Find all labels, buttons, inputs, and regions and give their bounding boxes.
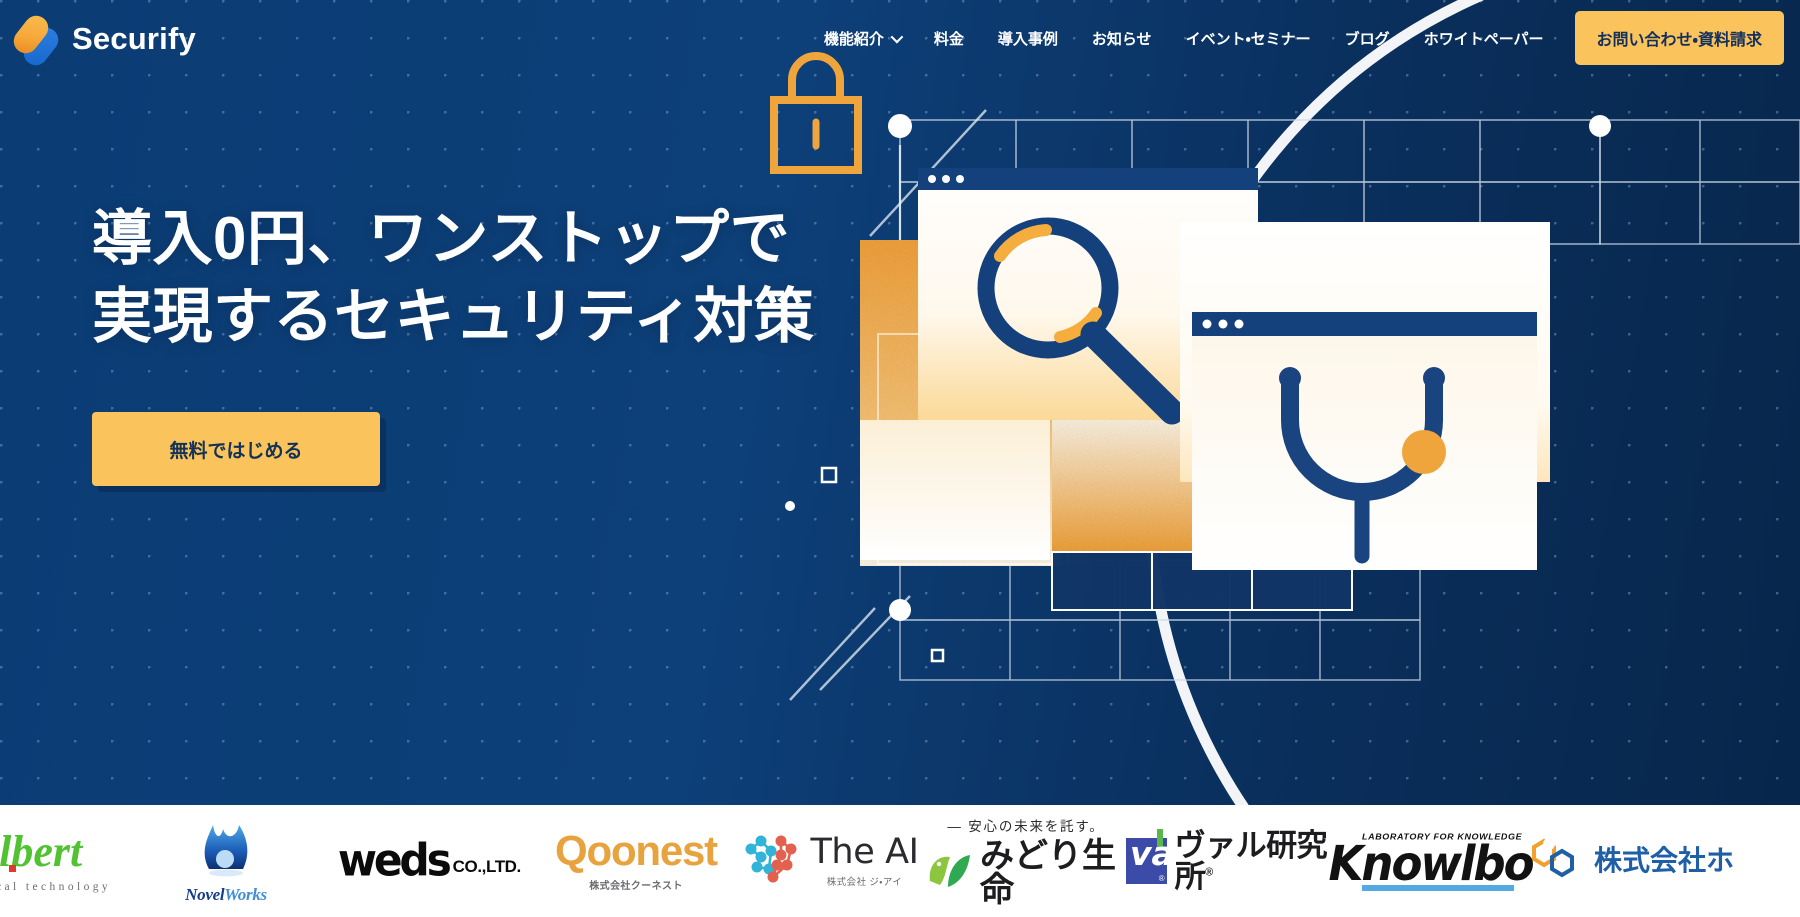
logo-midori-tagline: — 安心の未来を託す。 (947, 819, 1105, 834)
hero-section: 導入0円、ワンストップで 実現するセキュリティ対策 無料ではじめる Securi… (0, 0, 1800, 805)
brand-name: Securify (72, 20, 196, 56)
nav-item-label: 料金 (933, 30, 964, 48)
nav-item-case-studies[interactable]: 導入事例 (981, 20, 1075, 57)
logo-the-ai[interactable]: The AI 株式会社 ジ・アイ (736, 805, 926, 917)
main-navigation: 機能紹介 料金 導入事例 お知らせ イベント・セミナー ブログ ホワイトペーパー… (807, 11, 1784, 65)
nav-item-whitepaper[interactable]: ホワイトペーパー (1407, 20, 1561, 57)
logo-qoonest-wordmark: Qoonest (555, 827, 718, 874)
logo-novel-works[interactable]: NovelWorks (126, 805, 326, 917)
logo-ec-wordmark: 株式会社ホ (1593, 845, 1734, 876)
securify-pill-logo-icon (8, 10, 64, 71)
hero-illustration (760, 0, 1800, 805)
logo-weds-wordmark: weds (337, 835, 452, 887)
hero-copy: 導入0円、ワンストップで 実現するセキュリティ対策 無料ではじめる (92, 200, 814, 486)
nav-item-pricing[interactable]: 料金 (917, 20, 981, 57)
the-ai-node-heart-icon (743, 831, 801, 892)
logo-weds[interactable]: weds CO.,LTD. (326, 805, 536, 917)
logo-ec-company[interactable]: 株式会社ホ (1526, 805, 1736, 917)
midori-leaf-bird-icon (926, 851, 972, 896)
client-logo-strip: Albert analytical technology (0, 805, 1800, 917)
novel-works-flame-icon (197, 817, 255, 882)
logo-val-wordmark: ヴァル研究所® (1174, 828, 1328, 894)
logo-midori-wordmark: みどり生命 (980, 837, 1116, 909)
nav-item-label: イベント・セミナー (1185, 30, 1311, 48)
nav-item-features[interactable]: 機能紹介 (807, 20, 917, 57)
page-root: 導入0円、ワンストップで 実現するセキュリティ対策 無料ではじめる Securi… (0, 0, 1800, 917)
logo-val-lab[interactable]: val ® ヴァル研究所® (1126, 805, 1336, 917)
logo-albert-wordmark: Albert (0, 826, 83, 876)
chevron-down-icon (890, 30, 904, 43)
logo-weds-suffix: CO.,LTD. (452, 857, 522, 876)
logo-the-ai-company: 株式会社 ジ・アイ (826, 876, 903, 888)
nav-item-label: ブログ (1344, 30, 1390, 48)
logo-novel-works-wordmark: NovelWorks (185, 885, 267, 904)
logo-knowlbo[interactable]: LABORATORY FOR KNOWLEDGE Knowlbo (1329, 805, 1535, 917)
logo-the-ai-wordmark: The AI (810, 831, 919, 872)
nav-item-news[interactable]: お知らせ (1075, 20, 1169, 57)
ec-hexagon-icon (1528, 835, 1584, 888)
logo-albert[interactable]: Albert analytical technology (0, 805, 126, 917)
nav-item-blog[interactable]: ブログ (1328, 20, 1407, 57)
nav-item-label: 導入事例 (997, 30, 1058, 48)
logo-qoonest-company: 株式会社クーネスト (589, 881, 683, 892)
contact-request-button[interactable]: お問い合わせ・資料請求 (1574, 11, 1784, 65)
logo-midori-seimei[interactable]: — 安心の未来を託す。 みどり生命 (926, 805, 1126, 917)
nav-item-events-seminars[interactable]: イベント・セミナー (1169, 20, 1328, 57)
logo-albert-tagline: analytical technology (0, 880, 112, 893)
logo-knowlbo-wordmark: Knowlbo (1328, 835, 1535, 892)
nav-item-label: ホワイトペーパー (1423, 30, 1544, 48)
site-header: Securify 機能紹介 料金 導入事例 お知らせ イベント・セミナー ブログ… (0, 0, 1800, 76)
page-title: 導入0円、ワンストップで 実現するセキュリティ対策 (92, 205, 815, 350)
nav-item-label: お知らせ (1091, 30, 1152, 48)
logo-qoonest[interactable]: Qoonest 株式会社クーネスト (536, 805, 736, 917)
start-free-button[interactable]: 無料ではじめる (92, 412, 380, 486)
val-mark-icon: val ® (1126, 829, 1185, 884)
nav-item-label: 機能紹介 (823, 30, 884, 48)
brand-logo-link[interactable]: Securify (8, 10, 196, 71)
